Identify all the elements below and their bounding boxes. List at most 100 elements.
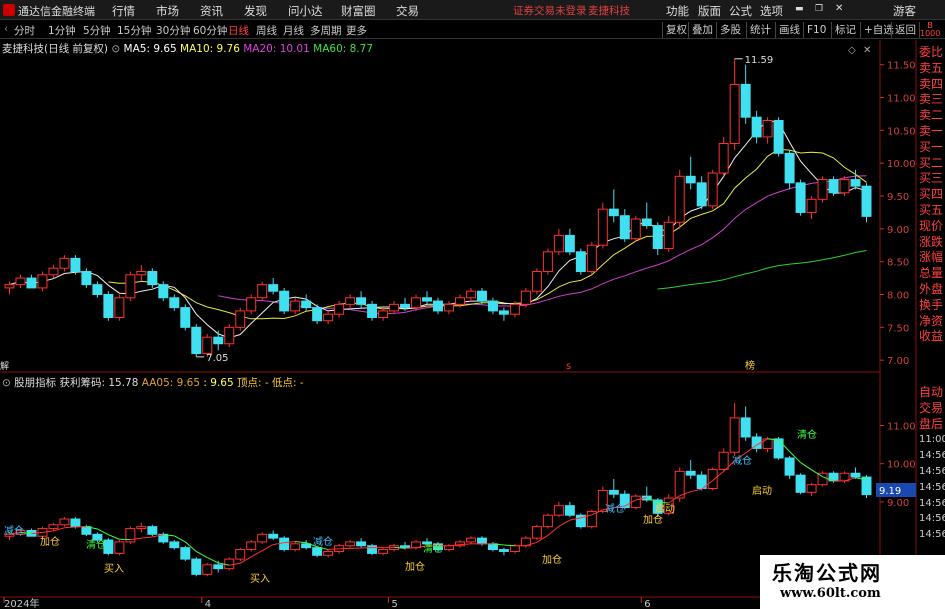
price-candle-body [180, 307, 191, 328]
s-marker: s [566, 361, 571, 372]
price-candle-body [356, 297, 367, 305]
aa05-segment [108, 534, 120, 540]
price-candle-body [553, 234, 564, 253]
aa05-segment [690, 488, 702, 493]
price-candle-body [817, 179, 828, 200]
price-candle-body [729, 83, 740, 144]
price-candle-body [389, 303, 400, 312]
price-candle-body [454, 297, 465, 305]
price-candle-body [850, 179, 861, 187]
price-candle-body [487, 300, 498, 312]
price-candle-body [70, 257, 81, 273]
price-candle-body [312, 307, 323, 322]
indicator-candle-body [268, 533, 279, 539]
aa05-segment [207, 557, 219, 564]
price-candle-body [224, 326, 235, 345]
indicator-candle-body [564, 505, 575, 516]
sidebar-field-label: 买五 [919, 202, 944, 217]
sidebar-field-label: 买一 [919, 139, 944, 154]
price-tick-label: 11.50 [887, 61, 916, 72]
indicator-candle-body [850, 472, 861, 478]
price-candle-body [59, 257, 70, 269]
price-candle-body [795, 182, 806, 213]
indicator-candle-body [443, 545, 454, 551]
indicator-candle-body [773, 438, 784, 459]
price-candle-body [422, 297, 433, 302]
x-tick-label: 4 [205, 599, 211, 609]
indicator-candle-body [246, 541, 257, 551]
price-candle-body [378, 310, 389, 318]
signal-label: 清仓 [797, 430, 817, 441]
sidebar-time-label: 14:56 [919, 450, 945, 462]
price-candle-body [531, 271, 542, 292]
signal-label: 减仓 [313, 537, 333, 548]
price-candle-body [367, 303, 378, 318]
x-tick-label: 6 [644, 599, 650, 609]
price-candle-body [630, 218, 641, 240]
indicator-candle-body [59, 518, 70, 526]
indicator-candle-body [553, 505, 564, 516]
price-candle-body [235, 310, 246, 328]
x-tick-label: 2024年 [4, 597, 39, 609]
indicator-candle-body [235, 549, 246, 560]
price-candle-body [685, 175, 696, 184]
indicator-candle-body [608, 489, 619, 495]
signal-label: 启动 [655, 504, 675, 515]
signal-label: 买入 [104, 564, 124, 575]
price-candle-body [323, 313, 334, 322]
sidebar-field-label: 收益 [919, 329, 944, 344]
price-candle-body [663, 221, 674, 250]
signal-label: 减仓 [605, 504, 625, 515]
watermark-url: www.60lt.com [780, 586, 881, 601]
price-candle-body [498, 310, 509, 315]
sidebar-time-label: 交易 [919, 400, 944, 415]
sidebar-time-label: 14:56 [919, 543, 945, 546]
price-candle-body [476, 290, 487, 302]
indicator-candle-body [542, 514, 553, 528]
ma10-line [108, 148, 867, 320]
price-candle-body [509, 303, 520, 315]
price-candle-body [575, 251, 586, 273]
price-candle-body [213, 336, 224, 345]
watermark-logo: 乐淘公式网 www.60lt.com [760, 555, 945, 609]
sidebar-time-label: 14:56 [919, 529, 945, 541]
price-candle-body [828, 179, 839, 194]
panel-close-icon: ✕ [863, 45, 871, 56]
indicator-candle-body [323, 550, 334, 556]
price-candle-body [465, 290, 476, 299]
price-candle-body [37, 274, 48, 289]
price-candle-body [191, 326, 202, 355]
chart-canvas[interactable]: 11.50 11.00 10.50 10.00 9.50 9.00 8.50 8.00 7.50… [0, 0, 945, 609]
price-candle-body [4, 284, 15, 289]
indicator-candle-body [169, 541, 180, 549]
quote-sidebar: 委比 卖五 卖四 卖三 卖二 卖一 买一 买二 买三 买四 买五 现价 涨跌 涨幅 总量 外盘 换手 净资 收益 [919, 45, 945, 380]
indicator-candle-body [224, 558, 235, 570]
indicator-candle-body [498, 549, 509, 552]
price-candle-body [619, 215, 630, 240]
signal-label: 启动 [752, 486, 772, 497]
price-candle-body [147, 271, 158, 286]
indicator-tick-label: 10.00 [887, 460, 916, 471]
indicator-candle-body [795, 474, 806, 493]
price-candle-body [740, 83, 751, 118]
signal-label: 清仓 [423, 544, 443, 555]
diamond-icon: ◇ [848, 45, 856, 56]
indicator-candle-body [290, 543, 301, 551]
indicator-candle-body [806, 484, 817, 493]
price-candle-body [48, 267, 59, 276]
sidebar-time-label: 盘后 [919, 416, 944, 431]
indicator-candle-body [367, 545, 378, 554]
price-candle-body [861, 185, 872, 217]
indicator-candle-body [70, 518, 81, 528]
price-candle-body [15, 277, 26, 286]
price-candle-body [542, 251, 553, 273]
signal-label: 减仓 [732, 456, 752, 467]
price-tick-label: 7.00 [887, 356, 909, 367]
indicator-price-label: 9.19 [879, 486, 901, 497]
price-candle-body [125, 274, 136, 299]
price-candle-body [26, 277, 37, 289]
price-candle-body [81, 271, 92, 286]
indicator-candle-body [213, 564, 224, 570]
sidebar-field-label: 卖五 [919, 60, 944, 75]
price-candle-body [608, 208, 619, 217]
